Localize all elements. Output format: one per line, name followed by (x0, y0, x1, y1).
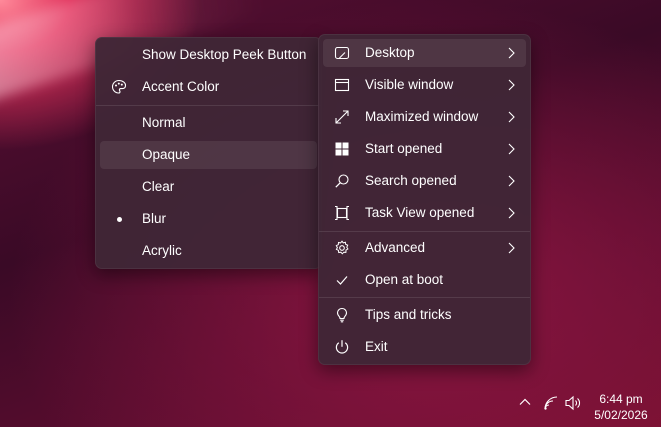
chevron-right-icon (506, 111, 516, 123)
power-icon (334, 339, 350, 355)
exit-label: Exit (365, 339, 388, 354)
visible-window-item[interactable]: Visible window (323, 71, 526, 99)
gear-icon (334, 240, 350, 256)
menu-separator (96, 105, 321, 106)
menu-separator (319, 231, 530, 232)
visible-window-label: Visible window (365, 77, 454, 92)
exit-item[interactable]: Exit (323, 333, 526, 361)
lightbulb-icon (334, 307, 350, 323)
open-at-boot-label: Open at boot (365, 272, 444, 287)
accent-color-label: Accent Color (142, 79, 220, 94)
task-view-icon (334, 205, 350, 221)
start-opened-label: Start opened (365, 141, 443, 156)
search-opened-item[interactable]: Search opened (323, 167, 526, 195)
mode-label: Blur (142, 211, 167, 226)
mode-item-normal[interactable]: Normal (100, 109, 317, 137)
mode-item-blur[interactable]: Blur (100, 205, 317, 233)
volume-icon[interactable] (564, 395, 582, 411)
task-view-opened-item[interactable]: Task View opened (323, 199, 526, 227)
show-hidden-icons-chevron-icon[interactable] (518, 395, 532, 409)
chevron-right-icon (506, 207, 516, 219)
chevron-right-icon (506, 79, 516, 91)
menu-separator (319, 297, 530, 298)
maximized-window-label: Maximized window (365, 109, 479, 124)
selected-bullet-icon (117, 217, 122, 222)
mode-label: Opaque (142, 147, 191, 162)
start-opened-item[interactable]: Start opened (323, 135, 526, 163)
clock-date: 5/02/2026 (594, 408, 648, 422)
accent-color-item[interactable]: Accent Color (100, 73, 317, 101)
advanced-label: Advanced (365, 240, 426, 255)
network-icon[interactable] (543, 395, 559, 411)
window-icon (334, 77, 350, 93)
mode-label: Acrylic (142, 243, 182, 258)
mode-item-clear[interactable]: Clear (100, 173, 317, 201)
desktop-label: Desktop (365, 45, 415, 60)
mode-item-acrylic[interactable]: Acrylic (100, 237, 317, 265)
task-view-opened-label: Task View opened (365, 205, 475, 220)
maximized-window-item[interactable]: Maximized window (323, 103, 526, 131)
advanced-item[interactable]: Advanced (323, 234, 526, 262)
chevron-right-icon (506, 242, 516, 254)
mode-label: Normal (142, 115, 186, 130)
mode-label: Clear (142, 179, 175, 194)
open-at-boot-item[interactable]: Open at boot (323, 266, 526, 294)
show-desktop-peek-label: Show Desktop Peek Button (142, 47, 307, 62)
search-icon (334, 173, 350, 189)
chevron-right-icon (506, 175, 516, 187)
appearance-submenu: Show Desktop Peek Button Accent Color No… (95, 37, 322, 269)
chevron-right-icon (506, 47, 516, 59)
tips-and-tricks-item[interactable]: Tips and tricks (323, 301, 526, 329)
windows-logo-icon (334, 141, 350, 157)
search-opened-label: Search opened (365, 173, 457, 188)
show-desktop-peek-button-item[interactable]: Show Desktop Peek Button (100, 41, 317, 69)
chevron-right-icon (506, 143, 516, 155)
clock-time: 6:44 pm (599, 392, 643, 406)
mode-item-opaque[interactable]: Opaque (100, 141, 317, 169)
desktop-icon (334, 45, 350, 61)
maximize-arrows-icon (334, 109, 350, 125)
taskbar-clock[interactable]: 6:44 pm 5/02/2026 (585, 391, 657, 423)
checkmark-icon (334, 272, 350, 288)
tips-and-tricks-label: Tips and tricks (365, 307, 452, 322)
context-menu: Desktop Visible window Maximized window … (318, 34, 531, 365)
desktop-item[interactable]: Desktop (323, 39, 526, 67)
palette-icon (111, 79, 127, 95)
